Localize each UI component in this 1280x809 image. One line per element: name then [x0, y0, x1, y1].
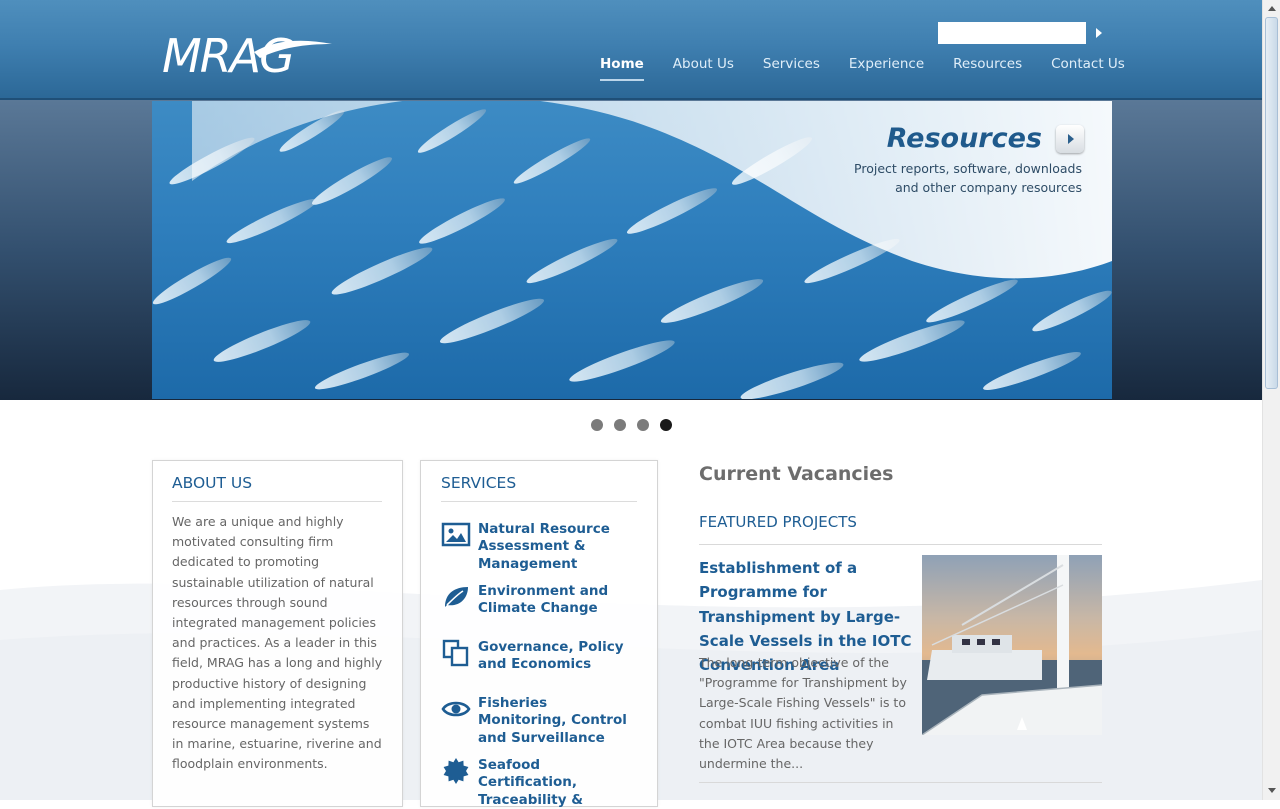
- about-box: ABOUT US We are a unique and highly moti…: [152, 460, 403, 807]
- slider-dot-3[interactable]: [637, 419, 649, 431]
- scroll-down-icon[interactable]: [1265, 784, 1279, 798]
- services-box: SERVICES Natural Resource Assessment & M…: [420, 460, 658, 809]
- badge-icon: [443, 758, 469, 784]
- service-label: Fisheries Monitoring, Control and Survei…: [478, 695, 627, 746]
- service-natural-resource[interactable]: Natural Resource Assessment & Management: [441, 521, 638, 573]
- mrag-logo[interactable]: MRAG: [162, 26, 334, 78]
- site-header: MRAG Home About Us Services Experience R…: [0, 0, 1262, 100]
- service-environment[interactable]: Environment and Climate Change: [441, 583, 638, 618]
- service-label: Seafood Certification, Traceability &: [478, 757, 584, 808]
- current-vacancies-link[interactable]: Current Vacancies: [699, 463, 893, 485]
- about-title[interactable]: ABOUT US: [172, 474, 252, 492]
- service-label: Natural Resource Assessment & Management: [478, 521, 610, 572]
- eye-icon: [441, 701, 471, 717]
- service-label: Environment and Climate Change: [478, 583, 609, 617]
- image-icon: [441, 522, 471, 547]
- nav-about-us[interactable]: About Us: [673, 56, 734, 82]
- search-input[interactable]: [938, 22, 1086, 44]
- service-seafood-certification[interactable]: Seafood Certification, Traceability &: [441, 757, 638, 809]
- nav-experience[interactable]: Experience: [849, 56, 924, 82]
- about-divider: [172, 501, 382, 502]
- nav-services[interactable]: Services: [763, 56, 820, 82]
- banner-subtitle-line1: Project reports, software, downloads: [854, 161, 1082, 176]
- banner-subtitle: Project reports, software, downloads and…: [822, 159, 1082, 197]
- about-text: We are a unique and highly motivated con…: [172, 514, 383, 772]
- nav-contact-us[interactable]: Contact Us: [1051, 56, 1125, 82]
- service-governance[interactable]: Governance, Policy and Economics: [441, 639, 638, 674]
- slider-dot-4[interactable]: [660, 419, 672, 431]
- nav-home[interactable]: Home: [600, 56, 644, 82]
- slider-dot-2[interactable]: [614, 419, 626, 431]
- banner-arrow-button[interactable]: [1056, 125, 1084, 153]
- documents-icon: [442, 639, 469, 667]
- services-title[interactable]: SERVICES: [441, 474, 516, 492]
- hero-banner[interactable]: Resources Project reports, software, dow…: [152, 101, 1112, 399]
- leaf-icon: [445, 587, 468, 607]
- service-label: Governance, Policy and Economics: [478, 639, 624, 673]
- featured-projects-title: FEATURED PROJECTS: [699, 513, 857, 531]
- search-submit-button[interactable]: [1090, 22, 1106, 44]
- project-excerpt: The long-term objective of the "Programm…: [699, 655, 907, 772]
- vertical-scrollbar[interactable]: [1262, 0, 1280, 800]
- nav-resources[interactable]: Resources: [953, 56, 1022, 82]
- featured-divider: [699, 544, 1102, 545]
- service-fisheries-monitoring[interactable]: Fisheries Monitoring, Control and Survei…: [441, 695, 638, 747]
- scroll-up-icon[interactable]: [1265, 2, 1279, 16]
- services-divider: [441, 501, 637, 502]
- banner-subtitle-line2: and other company resources: [895, 180, 1082, 195]
- main-nav: Home About Us Services Experience Resour…: [600, 56, 1125, 82]
- scroll-thumb[interactable]: [1265, 17, 1278, 389]
- svg-text:MRAG: MRAG: [162, 29, 293, 78]
- slider-pagination: [591, 419, 672, 431]
- project-photo-vessel[interactable]: [922, 555, 1102, 735]
- banner-title: Resources: [886, 123, 1042, 154]
- project-divider: [699, 782, 1102, 783]
- slider-dot-1[interactable]: [591, 419, 603, 431]
